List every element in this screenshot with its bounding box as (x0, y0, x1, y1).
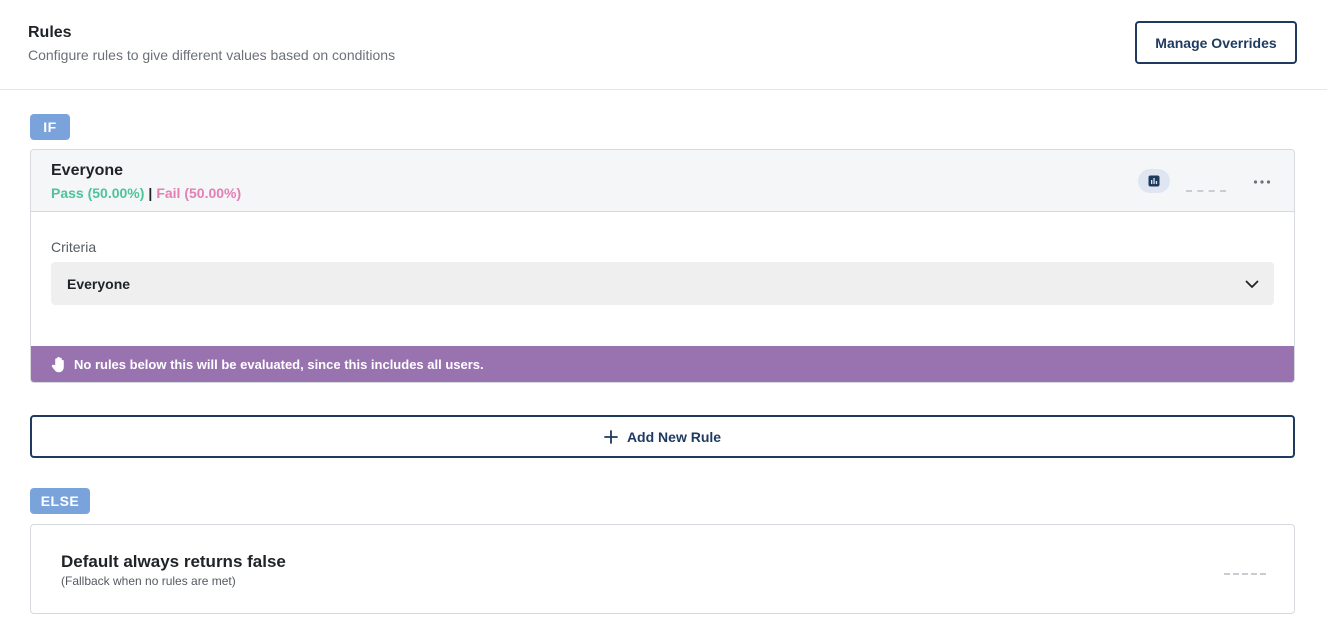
split-separator: | (148, 185, 153, 201)
default-return-value-placeholder (1224, 573, 1266, 575)
page-subtitle: Configure rules to give different values… (28, 47, 396, 63)
criteria-select[interactable]: Everyone (51, 262, 1274, 305)
rule-more-button[interactable] (1250, 170, 1274, 194)
default-rule-card: Default always returns false (Fallback w… (30, 524, 1295, 614)
rule-stats-button[interactable] (1138, 169, 1170, 193)
default-title: Default always returns false (61, 552, 286, 571)
rule-header[interactable]: Everyone Pass (50.00%) | Fail (50.00%) (31, 150, 1294, 212)
pass-percentage: Pass (50.00%) (51, 185, 145, 201)
rules-header: Rules Configure rules to give different … (0, 0, 1327, 90)
criteria-label: Criteria (51, 239, 97, 255)
rule-card: Everyone Pass (50.00%) | Fail (50.00%) C… (30, 149, 1295, 383)
plus-icon (604, 429, 618, 444)
fail-percentage: Fail (50.00%) (156, 185, 242, 201)
more-horizontal-icon (1253, 180, 1271, 184)
rules-page: Rules Configure rules to give different … (0, 0, 1327, 637)
bar-chart-icon (1148, 175, 1160, 187)
hand-stop-icon (51, 356, 69, 374)
add-new-rule-label: Add New Rule (626, 428, 722, 445)
else-badge: ELSE (30, 488, 90, 514)
criteria-selected-value: Everyone (67, 275, 131, 292)
add-new-rule-button[interactable]: Add New Rule (30, 415, 1295, 458)
warning-text: No rules below this will be evaluated, s… (74, 357, 484, 372)
manage-overrides-button[interactable]: Manage Overrides (1135, 21, 1297, 64)
page-title: Rules (28, 24, 72, 41)
if-badge: IF (30, 114, 70, 140)
rule-name: Everyone (51, 162, 124, 179)
all-users-warning-banner: No rules below this will be evaluated, s… (31, 346, 1294, 382)
rule-return-value-placeholder (1186, 190, 1226, 192)
chevron-down-icon (1244, 276, 1260, 292)
default-subtitle: (Fallback when no rules are met) (61, 574, 236, 588)
rule-split-summary: Pass (50.00%) | Fail (50.00%) (51, 185, 241, 201)
